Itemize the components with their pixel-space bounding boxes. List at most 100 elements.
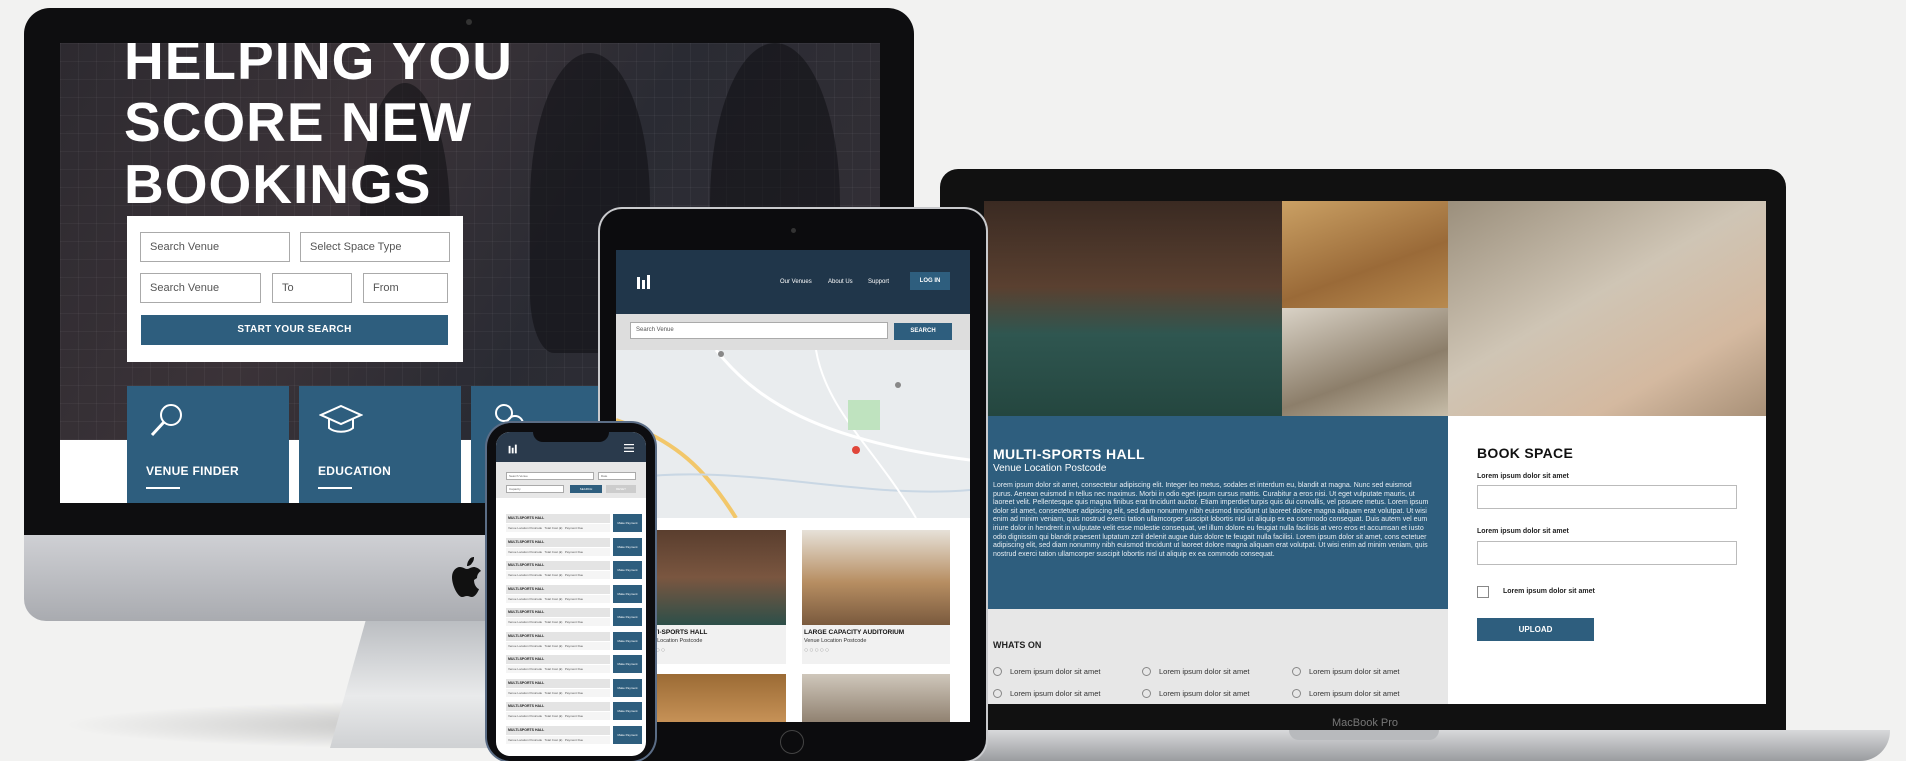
- stairs-photo: [1282, 308, 1448, 416]
- iphone-search-input[interactable]: Search Venue: [506, 472, 594, 480]
- rating-stars: ○○○○○: [804, 647, 831, 654]
- ipad-camera: [791, 228, 796, 233]
- make-payment-button[interactable]: Make Payment: [613, 608, 642, 626]
- brand-logo-icon: [508, 444, 517, 454]
- make-payment-button[interactable]: Make Payment: [613, 678, 642, 697]
- row-details: Venue Location Postcode Total Cost (£) P…: [506, 641, 610, 650]
- macbook-brand-label: MacBook Pro: [1331, 717, 1399, 729]
- whats-on-item[interactable]: Lorem ipsum dolor sit amet: [1142, 689, 1249, 698]
- make-payment-button[interactable]: Make Payment: [613, 561, 642, 579]
- tile-label: VENUE FINDER: [146, 464, 239, 478]
- iphone-date-input[interactable]: Date: [598, 472, 636, 480]
- booking-row: MULTI-SPORTS HALL Venue Location Postcode…: [506, 584, 642, 605]
- booking-row: MULTI-SPORTS HALL Venue Location Postcode…: [506, 678, 642, 699]
- venue-description: Lorem ipsum dolor sit amet, consectetur …: [993, 482, 1429, 558]
- make-payment-button[interactable]: Make Payment: [613, 514, 642, 532]
- iphone-search-button[interactable]: SEARCH: [570, 485, 602, 493]
- whats-on-item[interactable]: Lorem ipsum dolor sit amet: [993, 667, 1100, 676]
- row-title: MULTI-SPORTS HALL: [506, 608, 610, 617]
- row-title: MULTI-SPORTS HALL: [506, 702, 610, 711]
- row-details: Venue Location Postcode Total Cost (£) P…: [506, 665, 610, 673]
- checkbox-label: Lorem ipsum dolor sit amet: [1503, 588, 1595, 595]
- field-label: Lorem ipsum dolor sit amet: [1477, 473, 1569, 480]
- basketball-photo: [1282, 201, 1448, 308]
- row-details: Venue Location Postcode Total Cost (£) P…: [506, 571, 610, 579]
- graduation-cap-icon: [319, 404, 363, 433]
- row-title: MULTI-SPORTS HALL: [506, 655, 610, 664]
- booking-row: MULTI-SPORTS HALL Venue Location Postcode…: [506, 608, 642, 628]
- row-details: Venue Location Postcode Total Cost (£) P…: [506, 547, 610, 556]
- tile-underline: [146, 487, 180, 489]
- venue-card[interactable]: MULTI-SPORTS HALL Venue Location Postcod…: [638, 530, 786, 664]
- row-title: MULTI-SPORTS HALL: [506, 631, 610, 641]
- imac-camera: [466, 19, 472, 25]
- tile-underline: [318, 487, 352, 489]
- iphone-screen: Search Venue Date Capacity SEARCH RESET …: [496, 432, 646, 756]
- make-payment-button[interactable]: Make Payment: [613, 725, 642, 744]
- nav-about-us[interactable]: About Us: [828, 279, 853, 285]
- booking-row: MULTI-SPORTS HALL Venue Location Postcode…: [506, 725, 642, 746]
- start-search-button[interactable]: START YOUR SEARCH: [141, 315, 448, 345]
- macbook-screen: MULTI-SPORTS HALL Venue Location Postcod…: [984, 201, 1766, 704]
- book-space-title: BOOK SPACE: [1477, 445, 1574, 461]
- row-title: MULTI-SPORTS HALL: [506, 561, 610, 570]
- venue-search-input[interactable]: Search Venue: [140, 232, 290, 262]
- gym-hall-photo: [984, 201, 1282, 416]
- ipad-home-button: [780, 730, 804, 754]
- card-photo: [638, 674, 786, 722]
- make-payment-button[interactable]: Make Payment: [613, 631, 642, 650]
- make-payment-button[interactable]: Make Payment: [613, 655, 642, 673]
- login-button[interactable]: LOG IN: [910, 272, 950, 290]
- booking-row: MULTI-SPORTS HALL Venue Location Postcode…: [506, 702, 642, 722]
- to-date-input[interactable]: To: [272, 273, 352, 303]
- upload-button[interactable]: UPLOAD: [1477, 618, 1594, 641]
- nav-support[interactable]: Support: [868, 279, 889, 285]
- whats-on-item[interactable]: Lorem ipsum dolor sit amet: [1292, 667, 1399, 676]
- booking-row: MULTI-SPORTS HALL Venue Location Postcode…: [506, 537, 642, 558]
- make-payment-button[interactable]: Make Payment: [613, 584, 642, 603]
- ipad-search-input[interactable]: Search Venue: [630, 322, 888, 339]
- card-photo: [802, 674, 950, 722]
- iphone-capacity-input[interactable]: Capacity: [506, 485, 564, 493]
- venue-title: MULTI-SPORTS HALL: [993, 446, 1145, 462]
- card-subtitle: Venue Location Postcode: [804, 638, 867, 644]
- nav-our-venues[interactable]: Our Venues: [780, 279, 812, 285]
- venue-subtitle: Venue Location Postcode: [993, 463, 1107, 474]
- ipad-screen: Our Venues About Us Support LOG IN Searc…: [616, 250, 970, 722]
- space-type-select[interactable]: Select Space Type: [300, 232, 450, 262]
- venue-map[interactable]: [616, 349, 970, 520]
- make-payment-button[interactable]: Make Payment: [613, 702, 642, 720]
- booking-row: MULTI-SPORTS HALL Venue Location Postcode…: [506, 561, 642, 581]
- row-title: MULTI-SPORTS HALL: [506, 584, 610, 594]
- ipad-search-button[interactable]: SEARCH: [894, 323, 952, 340]
- row-title: MULTI-SPORTS HALL: [506, 537, 610, 547]
- tile-venue-finder[interactable]: VENUE FINDER: [127, 386, 289, 503]
- field-label: Lorem ipsum dolor sit amet: [1477, 528, 1569, 535]
- venue-card[interactable]: LARGE CAPACITY AUDITORIUM Venue Location…: [802, 530, 950, 664]
- tile-education[interactable]: EDUCATION: [299, 386, 461, 503]
- from-date-input[interactable]: From: [363, 273, 448, 303]
- row-details: Venue Location Postcode Total Cost (£) P…: [506, 735, 610, 744]
- card-photo: [638, 530, 786, 625]
- row-details: Venue Location Postcode Total Cost (£) P…: [506, 524, 610, 532]
- make-payment-button[interactable]: Make Payment: [613, 537, 642, 556]
- booking-row: MULTI-SPORTS HALL Venue Location Postcode…: [506, 514, 642, 534]
- card-photo: [802, 530, 950, 625]
- whats-on-item[interactable]: Lorem ipsum dolor sit amet: [993, 689, 1100, 698]
- whats-on-item[interactable]: Lorem ipsum dolor sit amet: [1292, 689, 1399, 698]
- hamburger-menu-icon[interactable]: [624, 444, 634, 452]
- book-field-1[interactable]: [1477, 485, 1737, 509]
- iphone-reset-button[interactable]: RESET: [606, 485, 636, 493]
- row-details: Venue Location Postcode Total Cost (£) P…: [506, 618, 610, 626]
- iphone-notch: [533, 430, 609, 442]
- venue-search-input-2[interactable]: Search Venue: [140, 273, 261, 303]
- volleyball-photo: [1448, 201, 1766, 416]
- book-checkbox[interactable]: [1477, 586, 1489, 598]
- row-title: MULTI-SPORTS HALL: [506, 514, 610, 523]
- magnifier-icon: [150, 404, 182, 437]
- whats-on-title: WHATS ON: [993, 640, 1042, 650]
- row-details: Venue Location Postcode Total Cost (£) P…: [506, 594, 610, 603]
- whats-on-item[interactable]: Lorem ipsum dolor sit amet: [1142, 667, 1249, 676]
- hero-title: HELPING YOU SCORE NEW BOOKINGS: [124, 43, 513, 215]
- book-field-2[interactable]: [1477, 541, 1737, 565]
